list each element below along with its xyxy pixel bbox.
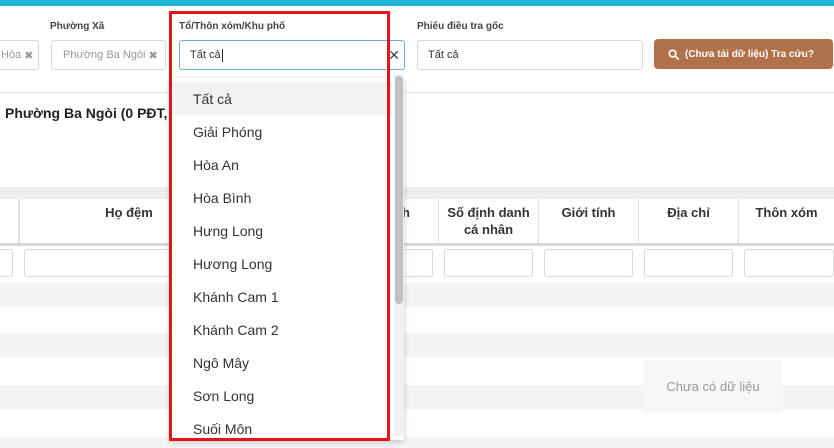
dropdown-option[interactable]: Sơn Long (170, 379, 392, 412)
phuong-xa-field[interactable]: Phường Ba Ngòi ✖ (51, 40, 166, 70)
to-thon-input[interactable]: Tất cả ✕ (179, 40, 405, 70)
dropdown-scrollbar-thumb[interactable] (395, 76, 403, 304)
table-row (0, 307, 834, 331)
table-row (0, 411, 834, 435)
phieu-input[interactable]: Tất cả (417, 40, 643, 70)
column-header-label: Địa chỉ (667, 205, 710, 220)
dropdown-option[interactable]: Khánh Cam 1 (170, 280, 392, 313)
column-filter-input[interactable] (644, 249, 733, 277)
app-root: Hòa ✖ Phường Xã Phường Ba Ngòi ✖ Tổ/Thôn… (0, 0, 834, 448)
column-header-stub (0, 199, 19, 243)
top-accent-bar (0, 0, 834, 6)
previous-filter-field[interactable]: Hòa ✖ (0, 40, 39, 70)
to-thon-value: Tất cả (190, 49, 221, 61)
dropdown-option[interactable]: Tất cả (170, 82, 392, 115)
table-row (0, 333, 834, 357)
table-top-band (0, 187, 834, 199)
phieu-label: Phiếu điều tra gốc (417, 21, 504, 32)
search-button[interactable]: (Chưa tải dữ liệu) Tra cứu? (654, 39, 833, 69)
dropdown-option[interactable]: Giải Phóng (170, 115, 392, 148)
table-row (0, 283, 834, 307)
clear-icon[interactable]: ✕ (388, 47, 400, 64)
dropdown-option[interactable]: Hòa An (170, 148, 392, 181)
previous-filter-tag: Hòa (1, 49, 22, 61)
column-header-label: Họ đệm (105, 205, 153, 220)
column-header-so-dinh-danh[interactable]: Số định danh cá nhân (439, 199, 539, 243)
to-thon-dropdown[interactable]: Tất cả Giải Phóng Hòa An Hòa Bình Hưng L… (170, 78, 404, 440)
column-header-label: Giới tính (561, 205, 616, 220)
remove-tag-icon[interactable]: ✖ (148, 49, 157, 62)
column-header-label: Số định danh cá nhân (447, 205, 530, 237)
header-underline (0, 243, 834, 246)
dropdown-option[interactable]: Hưng Long (170, 214, 392, 247)
section-title: Phường Ba Ngòi (0 PĐT, 0 Đ (5, 105, 194, 121)
table-row (0, 437, 834, 448)
search-button-label: (Chưa tải dữ liệu) Tra cứu? (685, 48, 814, 60)
column-filter-input[interactable] (544, 249, 633, 277)
text-caret (221, 48, 223, 62)
to-thon-label: Tổ/Thôn xóm/Khu phố (179, 21, 286, 32)
dropdown-option[interactable]: Hòa Bình (170, 181, 392, 214)
search-icon (668, 48, 679, 60)
column-header-label: Thôn xóm (755, 205, 818, 220)
column-header-dia-chi[interactable]: Địa chỉ (639, 199, 739, 243)
remove-tag-icon[interactable]: ✖ (24, 49, 33, 62)
column-header-thon-xom[interactable]: Thôn xóm (739, 199, 834, 243)
empty-state: Chưa có dữ liệu (644, 360, 782, 412)
column-header-gioi-tinh[interactable]: Giới tính (539, 199, 639, 243)
column-filter-input[interactable] (0, 249, 13, 277)
column-filter-input[interactable] (444, 249, 533, 277)
dropdown-option[interactable]: Hương Long (170, 247, 392, 280)
dropdown-option[interactable]: Khánh Cam 2 (170, 313, 392, 346)
divider (0, 92, 834, 93)
dropdown-option[interactable]: Ngô Mây (170, 346, 392, 379)
dropdown-option[interactable]: Suối Môn (170, 412, 392, 440)
column-filter-input[interactable] (744, 249, 834, 277)
phuong-xa-label: Phường Xã (50, 21, 105, 32)
phuong-xa-tag: Phường Ba Ngòi (63, 49, 146, 61)
phieu-value: Tất cả (428, 49, 459, 61)
